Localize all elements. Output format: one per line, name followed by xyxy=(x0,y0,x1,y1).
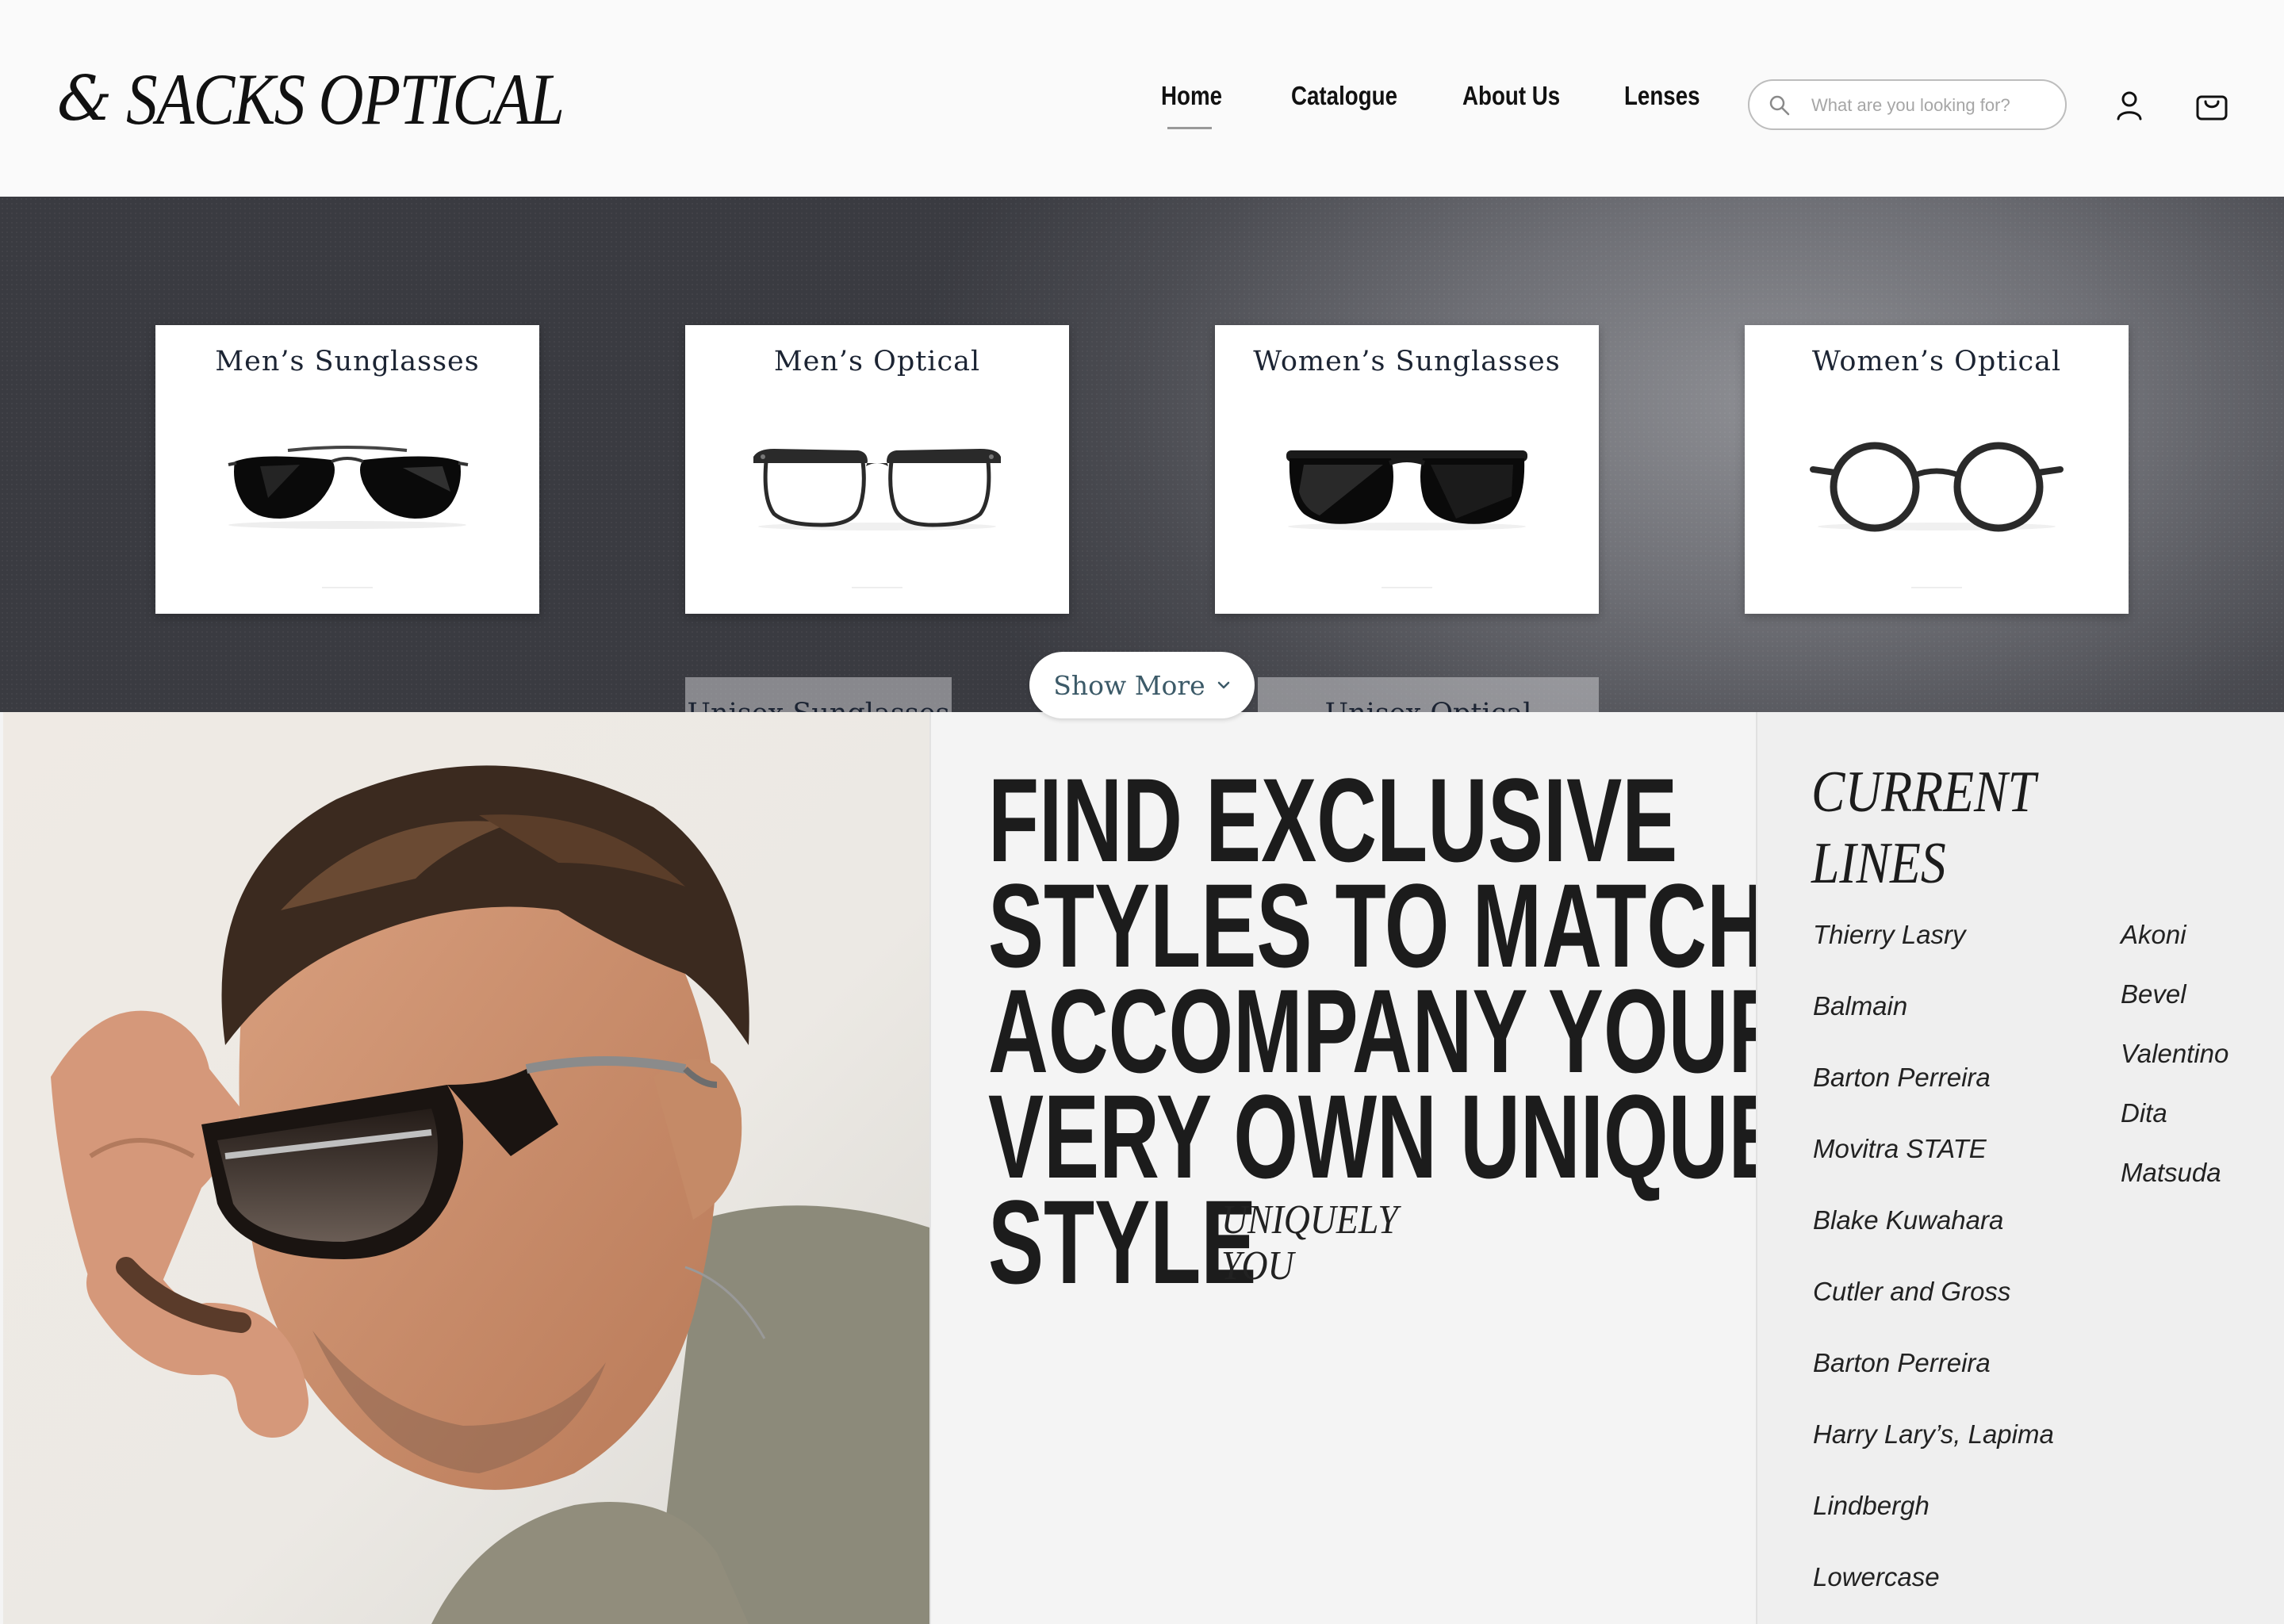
category-card-unisex-sunglasses-partial[interactable]: Unisex Sunglasses xyxy=(685,677,952,712)
category-card-womens-optical[interactable]: Women’s Optical xyxy=(1745,325,2129,614)
headline-panel: FIND EXCLUSIVE STYLES TO MATCH ACCOMPANY… xyxy=(929,712,1788,1624)
card-title: Unisex Sunglasses xyxy=(685,698,952,712)
chevron-down-icon xyxy=(1217,681,1229,689)
search-input[interactable] xyxy=(1811,92,2049,119)
card-title: Men’s Sunglasses xyxy=(215,346,480,377)
category-card-mens-sunglasses[interactable]: Men’s Sunglasses xyxy=(155,325,539,614)
card-title: Women’s Sunglasses xyxy=(1253,346,1561,377)
brand-link[interactable]: Lindbergh xyxy=(1813,1491,1930,1521)
brand-link[interactable]: Matsuda xyxy=(2121,1158,2221,1188)
brand-link[interactable]: Thierry Lasry xyxy=(1813,920,1966,950)
model-photo xyxy=(3,712,929,1624)
headline-line: FIND EXCLUSIVE xyxy=(988,753,1678,887)
hero-tagline: UNIQUELY YOU xyxy=(1221,1197,1398,1289)
category-card-womens-sunglasses[interactable]: Women’s Sunglasses xyxy=(1215,325,1599,614)
show-more-button[interactable]: Show More xyxy=(1029,652,1255,718)
brand-link[interactable]: Blake Kuwahara xyxy=(1813,1205,2003,1235)
round-optical-glasses-icon xyxy=(1810,442,2064,532)
current-lines-panel: CURRENT LINES Thierry Lasry Balmain Bart… xyxy=(1756,712,2284,1624)
title-line: LINES xyxy=(1811,831,1946,896)
site-header: & SACKS OPTICAL Home Catalogue About Us … xyxy=(0,0,2284,197)
search-icon xyxy=(1769,95,1790,116)
nav-active-indicator xyxy=(1167,127,1212,129)
brand-link[interactable]: Barton Perreira xyxy=(1813,1063,1991,1093)
browline-glasses-icon xyxy=(753,449,1001,530)
divider xyxy=(322,587,373,588)
divider xyxy=(852,587,902,588)
category-card-mens-optical[interactable]: Men’s Optical xyxy=(685,325,1069,614)
nav-lenses[interactable]: Lenses xyxy=(1624,81,1700,111)
man-wearing-sunglasses-image xyxy=(3,712,929,1624)
card-title: Men’s Optical xyxy=(773,346,981,377)
search-box[interactable] xyxy=(1748,79,2067,130)
account-icon[interactable] xyxy=(2110,86,2149,125)
brand-link[interactable]: Cutler and Gross xyxy=(1813,1277,2010,1307)
divider xyxy=(1382,587,1432,588)
card-title: Unisex Optical xyxy=(1258,698,1599,712)
brand-link[interactable]: Dita xyxy=(2121,1098,2167,1128)
divider xyxy=(1911,587,1962,588)
logo-text: SACKS OPTICAL xyxy=(126,59,565,140)
aviator-sunglasses-icon xyxy=(228,446,469,529)
tagline-line: YOU xyxy=(1221,1243,1294,1289)
brand-link[interactable]: Akoni xyxy=(2121,920,2186,950)
headline-line: ACCOMPANY YOUR xyxy=(988,964,1789,1097)
tagline-line: UNIQUELY xyxy=(1221,1197,1398,1243)
logo[interactable]: & SACKS OPTICAL xyxy=(57,56,635,143)
category-band: Men’s Sunglasses Men’s Optical Women’s S… xyxy=(0,197,2284,712)
nav-home[interactable]: Home xyxy=(1161,81,1222,111)
brand-link[interactable]: Harry Lary’s, Lapima xyxy=(1813,1419,2054,1450)
nav-about-us[interactable]: About Us xyxy=(1462,81,1560,111)
current-lines-title: CURRENT LINES xyxy=(1811,756,2036,899)
headline-line: STYLES TO MATCH xyxy=(988,859,1767,992)
category-card-unisex-optical-partial[interactable]: Unisex Optical xyxy=(1258,677,1599,712)
cart-icon[interactable] xyxy=(2192,86,2232,125)
round-sunglasses-icon xyxy=(1286,450,1527,530)
brand-link[interactable]: Barton Perreira xyxy=(1813,1348,1991,1378)
brand-link[interactable]: Balmain xyxy=(1813,991,1907,1021)
nav-catalogue[interactable]: Catalogue xyxy=(1291,81,1397,111)
brand-link[interactable]: Bevel xyxy=(2121,979,2186,1009)
brand-link[interactable]: Lowercase xyxy=(1813,1562,1940,1592)
logo-mark: & xyxy=(57,63,113,135)
title-line: CURRENT xyxy=(1811,760,2036,825)
show-more-label: Show More xyxy=(1053,669,1205,701)
card-title: Women’s Optical xyxy=(1811,346,2062,377)
brand-link[interactable]: Valentino xyxy=(2121,1039,2228,1069)
brand-link[interactable]: Movitra STATE xyxy=(1813,1134,1987,1164)
headline-line: VERY OWN UNIQUE xyxy=(988,1070,1784,1203)
